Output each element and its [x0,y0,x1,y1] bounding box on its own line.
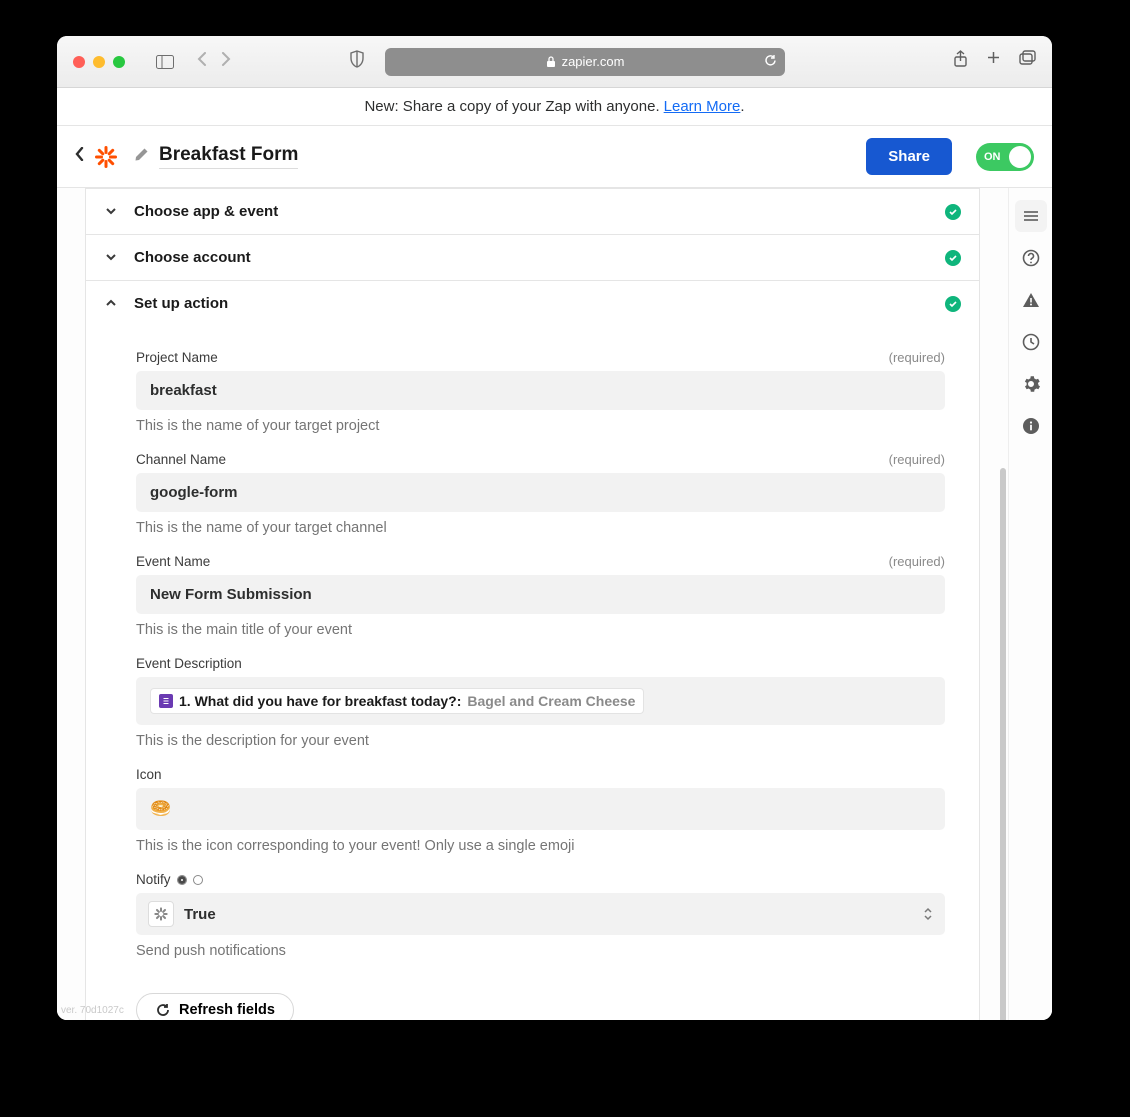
privacy-shield-icon[interactable] [349,50,365,73]
scrollbar-thumb[interactable] [1000,468,1006,1020]
sidebar-toggle-button[interactable] [153,52,177,72]
required-indicator: (required) [889,554,945,569]
window-controls [73,56,125,68]
section-title: Choose app & event [134,203,278,220]
nav-forward-button[interactable] [221,52,231,71]
notify-mode-radio-selected[interactable] [177,875,187,885]
event-description-input[interactable]: 1. What did you have for breakfast today… [136,677,945,725]
promo-text: New: Share a copy of your Zap with anyon… [364,98,659,115]
field-helper: This is the icon corresponding to your e… [136,838,945,854]
window-minimize-button[interactable] [93,56,105,68]
refresh-fields-button[interactable]: Refresh fields [136,993,294,1020]
browser-toolbar: zapier.com [57,36,1052,88]
lock-icon [546,56,556,68]
window-close-button[interactable] [73,56,85,68]
toolbar-right [953,50,1036,73]
select-caret-icon [923,907,933,921]
share-button[interactable]: Share [866,138,952,175]
chevron-down-icon [104,204,120,220]
nav-arrows [197,52,231,71]
reload-button[interactable] [764,54,777,70]
field-label: Notify [136,872,171,887]
notify-mode-radio[interactable] [193,875,203,885]
section-choose-account[interactable]: Choose account [86,235,979,281]
promo-learn-more-link[interactable]: Learn More [664,98,741,115]
field-icon: Icon 🥯 This is the icon corresponding to… [136,767,945,854]
field-notify: Notify True [136,872,945,959]
url-bar[interactable]: zapier.com [385,48,785,76]
refresh-icon [155,1002,171,1018]
app-header: Breakfast Form Share ON [57,126,1052,188]
section-set-up-action[interactable]: Set up action [86,281,979,326]
field-helper: This is the description for your event [136,733,945,749]
settings-button[interactable] [1015,368,1047,400]
field-event-name: Event Name (required) New Form Submissio… [136,554,945,638]
field-helper: This is the name of your target channel [136,520,945,536]
action-form: Project Name (required) breakfast This i… [86,326,979,1020]
url-host: zapier.com [562,54,625,69]
zapier-system-icon [148,901,174,927]
version-label: ver. 70d1027c [61,1005,124,1016]
refresh-label: Refresh fields [179,1002,275,1018]
zap-enabled-toggle[interactable]: ON [976,143,1034,171]
zapier-logo-icon [94,145,118,169]
notify-select[interactable]: True [136,893,945,935]
mapped-field-pill[interactable]: 1. What did you have for breakfast today… [150,688,644,714]
pill-value: Bagel and Cream Cheese [467,693,635,709]
history-button[interactable] [1015,326,1047,358]
field-helper: This is the main title of your event [136,622,945,638]
project-name-input[interactable]: breakfast [136,371,945,410]
icon-input[interactable]: 🥯 [136,788,945,830]
chevron-down-icon [104,250,120,266]
pill-label: 1. What did you have for breakfast today… [179,693,461,709]
field-label: Channel Name [136,452,226,467]
field-event-description: Event Description 1. What did you have f… [136,656,945,749]
required-indicator: (required) [889,350,945,365]
back-button[interactable] [75,147,84,166]
zap-title[interactable]: Breakfast Form [159,144,298,169]
outline-button[interactable] [1015,200,1047,232]
action-step-card: Choose app & event Choose account Set up… [85,188,980,1020]
field-project-name: Project Name (required) breakfast This i… [136,350,945,434]
promo-banner: New: Share a copy of your Zap with anyon… [57,88,1052,126]
field-label: Project Name [136,350,218,365]
nav-back-button[interactable] [197,52,207,71]
app-body: Choose app & event Choose account Set up… [57,188,1052,1020]
field-helper: Send push notifications [136,943,945,959]
channel-name-input[interactable]: google-form [136,473,945,512]
select-value: True [184,906,216,923]
field-label: Event Description [136,656,242,671]
tabs-icon[interactable] [1019,50,1036,73]
section-title: Choose account [134,249,251,266]
right-rail [1008,188,1052,1020]
share-icon[interactable] [953,50,968,73]
editor-canvas: Choose app & event Choose account Set up… [57,188,1008,1020]
alerts-button[interactable] [1015,284,1047,316]
edit-title-button[interactable] [134,147,149,167]
help-button[interactable] [1015,242,1047,274]
google-forms-icon [159,694,173,708]
toggle-label: ON [984,151,1001,163]
event-name-input[interactable]: New Form Submission [136,575,945,614]
field-helper: This is the name of your target project [136,418,945,434]
required-indicator: (required) [889,452,945,467]
field-channel-name: Channel Name (required) google-form This… [136,452,945,536]
toggle-knob [1009,146,1031,168]
status-complete-icon [945,204,961,220]
chevron-up-icon [104,296,120,312]
status-complete-icon [945,250,961,266]
info-button[interactable] [1015,410,1047,442]
section-title: Set up action [134,295,228,312]
field-label: Icon [136,767,162,782]
promo-period: . [740,98,744,115]
section-choose-app-event[interactable]: Choose app & event [86,189,979,235]
status-complete-icon [945,296,961,312]
field-label: Event Name [136,554,210,569]
window-maximize-button[interactable] [113,56,125,68]
browser-window: zapier.com New: Share a copy of your Zap… [57,36,1052,1020]
new-tab-icon[interactable] [986,50,1001,73]
